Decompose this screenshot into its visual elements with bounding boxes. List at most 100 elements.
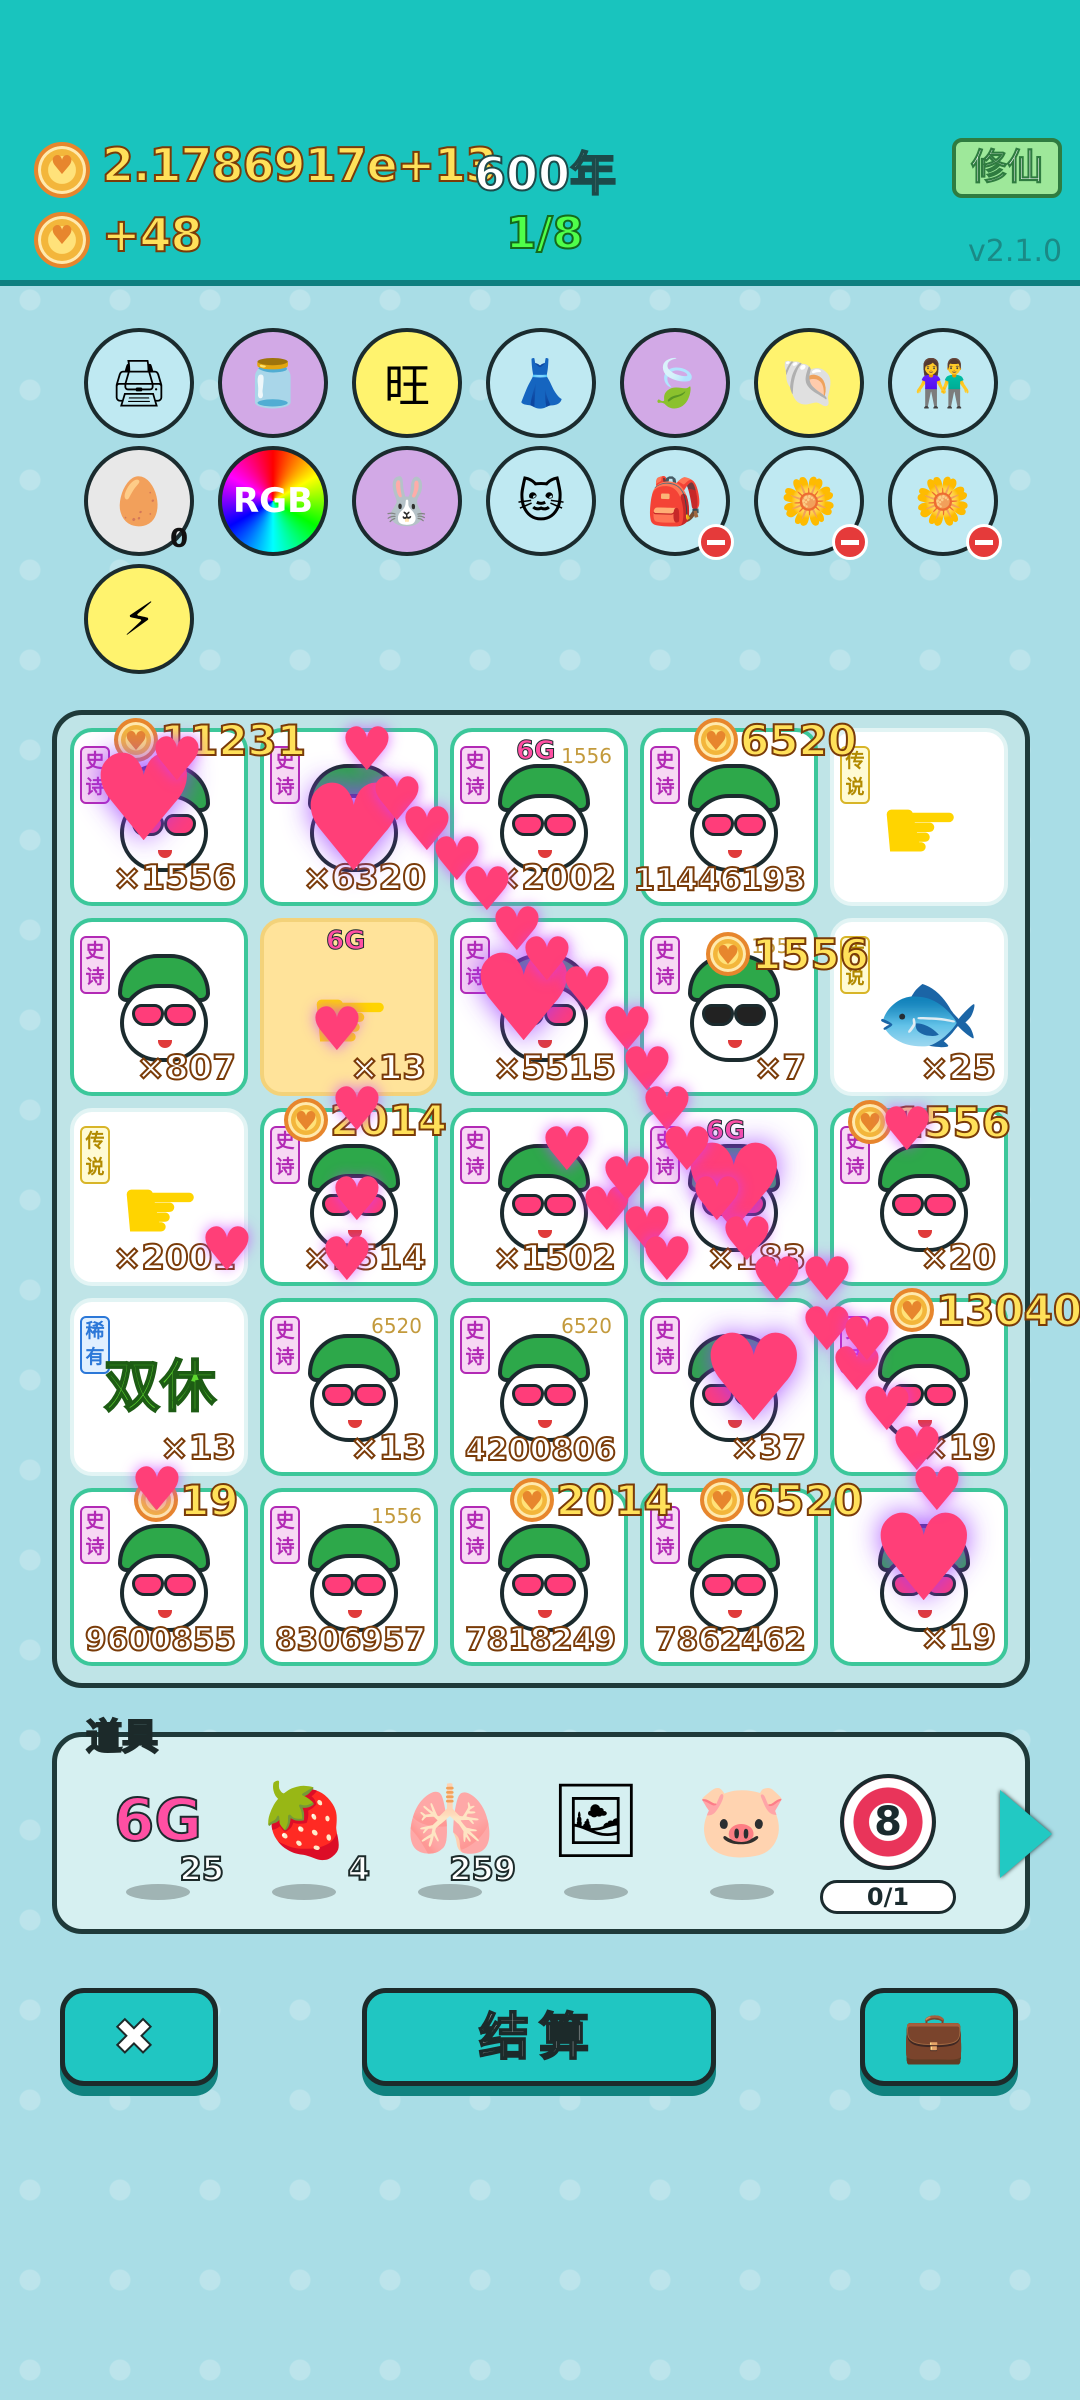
cell-count: 9600855	[84, 1621, 237, 1659]
target-item[interactable]: 8 0/1	[820, 1770, 956, 1914]
cat-icon[interactable]: 🐱	[486, 446, 596, 556]
settle-button[interactable]: 结算	[362, 1988, 716, 2086]
locked-badge-icon	[698, 524, 734, 560]
rarity-tag: 史诗	[460, 1506, 490, 1564]
grid-cell[interactable]: 史诗 6520 ×13	[260, 1298, 438, 1476]
grid-cell[interactable]: 稀有 双休 ×13	[70, 1298, 248, 1476]
next-arrow-icon[interactable]	[1000, 1790, 1052, 1878]
rarity-tag: 史诗	[270, 1506, 300, 1564]
pointing-hand-icon: ☛	[879, 777, 962, 884]
character-face-icon	[684, 1524, 784, 1634]
head	[690, 1554, 778, 1632]
printer-icon[interactable]: 🖨	[84, 328, 194, 438]
coin-icon	[706, 932, 750, 976]
rgb-icon[interactable]: RGB	[218, 446, 328, 556]
6g-label: 6G	[515, 736, 556, 767]
upgrade-glyph: 🌼	[914, 473, 972, 528]
eye	[892, 1194, 924, 1216]
heart-effect-icon: ♥	[910, 1455, 964, 1525]
head	[500, 1554, 588, 1632]
eye	[512, 1384, 544, 1406]
eye	[544, 814, 576, 836]
floating-coin-value: 19	[179, 1475, 239, 1526]
version-label: v2.1.0	[968, 234, 1063, 269]
upgrade-glyph: ⚡	[122, 592, 156, 646]
bayberry-item[interactable]: 🍓 4	[244, 1770, 371, 1900]
upgrade-glyph: 🍃	[646, 355, 704, 410]
eye	[702, 814, 734, 836]
grid-cell[interactable]: 史诗 6520 4200806	[450, 1298, 628, 1476]
target-icon: 8	[840, 1774, 936, 1870]
shell-icon[interactable]: 🐚	[754, 328, 864, 438]
eye	[734, 1574, 766, 1596]
mouth	[918, 1230, 932, 1238]
item-quantity: 25	[178, 1849, 225, 1889]
eye	[512, 1194, 544, 1216]
leaf-icon[interactable]: 🍃	[620, 328, 730, 438]
coin-icon	[694, 718, 738, 762]
coin-icon	[34, 142, 90, 198]
eye	[544, 1384, 576, 1406]
couple-icon[interactable]: 👫	[888, 328, 998, 438]
eye	[544, 1574, 576, 1596]
mouth	[158, 1610, 172, 1618]
xiuxian-button[interactable]: 修仙	[952, 138, 1062, 198]
top-bar: 2.1786917e+13 600年 +48 1/8 修仙 v2.1.0	[0, 0, 1080, 286]
wang-icon[interactable]: 旺	[352, 328, 462, 438]
6g-item[interactable]: 6G 25	[98, 1770, 225, 1900]
item-icon: 🖼	[550, 1778, 642, 1862]
piggy-bank-item[interactable]: 🐷	[682, 1770, 802, 1900]
upgrade-glyph: 🐚	[780, 355, 838, 410]
liver-item[interactable]: 🫁 259	[390, 1770, 517, 1900]
rarity-tag: 史诗	[650, 1316, 680, 1374]
item-quantity: 0/1	[820, 1880, 956, 1914]
heart-effect-icon: ♥	[150, 725, 204, 795]
eye	[702, 1574, 734, 1596]
heart-effect-icon: ♥	[540, 1115, 594, 1185]
grid-cell[interactable]: 史诗 ×807	[70, 918, 248, 1096]
settle-label: 结算	[478, 2007, 599, 2067]
upgrade-glyph: 👫	[914, 355, 972, 410]
mouth	[158, 1040, 172, 1048]
years-counter: 600年	[473, 146, 617, 202]
heart-effect-icon: ♥	[330, 1075, 384, 1145]
bag-button[interactable]: 💼	[860, 1988, 1018, 2086]
heart-effect-icon: ♥	[700, 1310, 808, 1449]
portrait-item[interactable]: 🖼	[536, 1770, 656, 1900]
floating-coin-value: 6520	[739, 715, 858, 766]
items-label: 道具	[85, 1716, 159, 1759]
upgrade-glyph: 旺	[384, 359, 430, 413]
lightning-icon[interactable]: ⚡	[84, 564, 194, 674]
cell-count: 4200806	[464, 1431, 617, 1469]
mini-coin-value: 6520	[371, 1314, 422, 1338]
floating-coin-value: 6520	[745, 1475, 864, 1526]
cell-count: ×807	[136, 1047, 237, 1089]
eye	[354, 1574, 386, 1596]
egg-count-badge: 0	[170, 524, 189, 554]
eye	[132, 1004, 164, 1026]
skirt-icon[interactable]: 👗	[486, 328, 596, 438]
cell-count: ×20	[919, 1237, 997, 1279]
locked-badge-icon	[966, 524, 1002, 560]
mouth	[538, 1610, 552, 1618]
mouth	[348, 1610, 362, 1618]
cell-count: 7818249	[464, 1621, 617, 1659]
locked-badge-icon	[832, 524, 868, 560]
head	[120, 1554, 208, 1632]
briefcase-icon: 💼	[902, 2007, 976, 2067]
rabbit-icon[interactable]: 🐰	[352, 446, 462, 556]
eye	[164, 1004, 196, 1026]
coin-total: 2.1786917e+13	[101, 137, 498, 193]
coin-icon	[34, 212, 90, 268]
item-shadow	[564, 1884, 628, 1900]
cream-jar-icon[interactable]: 🫙	[218, 328, 328, 438]
character-face-icon	[114, 1524, 214, 1634]
character-face-icon	[494, 1334, 594, 1444]
heart-effect-icon: ♥	[200, 1215, 254, 1285]
rarity-tag: 史诗	[80, 1506, 110, 1564]
close-button[interactable]: ✖	[60, 1988, 218, 2086]
cell-count: 7862462	[654, 1621, 807, 1659]
character-face-icon	[684, 764, 784, 874]
grid-cell[interactable]: 史诗 1556 8306957	[260, 1488, 438, 1666]
mini-coin-value: 1556	[561, 744, 612, 768]
